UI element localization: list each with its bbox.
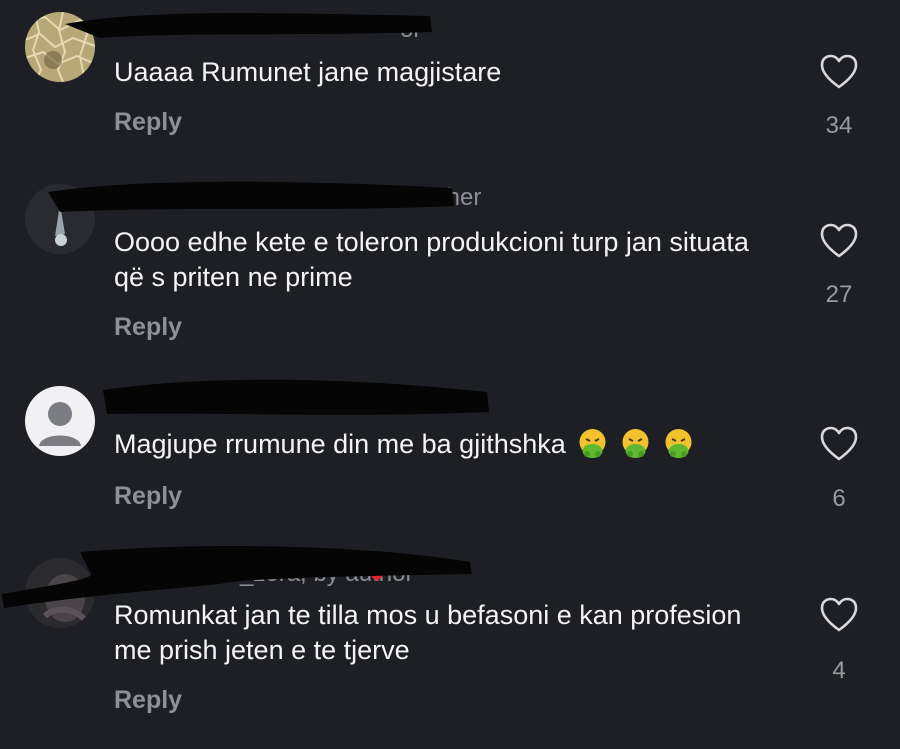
like-button[interactable] <box>820 223 858 259</box>
reply-button[interactable]: Reply <box>114 108 182 137</box>
avatar[interactable] <box>25 184 95 254</box>
comment-item: ther Oooo edhe kete e toleron produkcion… <box>0 170 900 350</box>
avatar[interactable] <box>25 386 95 456</box>
like-button[interactable] <box>820 426 858 462</box>
heart-outline-icon <box>820 597 858 632</box>
heart-badge-icon <box>369 567 385 581</box>
like-count: 34 <box>825 112 853 139</box>
heart-outline-icon <box>820 54 858 89</box>
redaction-scribble <box>48 181 454 212</box>
redaction-scribble <box>103 379 489 415</box>
reply-button[interactable]: Reply <box>114 482 182 511</box>
nauseated-face-emoji-icon <box>619 427 652 460</box>
reply-button[interactable]: Reply <box>114 686 182 715</box>
comment-text-content: Magjupe rrumune din me ba gjithshka <box>114 429 566 459</box>
redaction-scribble <box>65 13 432 39</box>
comment-text: Magjupe rrumune din me ba gjithshka <box>114 427 774 462</box>
comment-item: _zora, by author Romunkat jan te tilla m… <box>0 530 900 749</box>
avatar[interactable] <box>25 558 95 628</box>
comment-meta: ther <box>440 184 482 211</box>
like-button[interactable] <box>820 54 858 90</box>
nauseated-face-emoji-icon <box>662 427 695 460</box>
like-count: 4 <box>832 657 846 684</box>
comment-text: Oooo edhe kete e toleron produkcioni tur… <box>114 227 749 292</box>
comment-item: or Uaaaa Rumunet jane magjistare Reply 3… <box>0 0 900 170</box>
comment-item: Magjupe rrumune din me ba gjithshka Repl… <box>0 350 900 530</box>
like-count: 27 <box>825 281 853 308</box>
comment-text: Uaaaa Rumunet jane magjistare <box>114 57 502 87</box>
like-button[interactable] <box>820 597 858 633</box>
comment-meta: or <box>400 16 422 43</box>
reply-button[interactable]: Reply <box>114 313 182 342</box>
heart-outline-icon <box>820 426 858 461</box>
avatar[interactable] <box>25 12 95 82</box>
like-count: 6 <box>832 485 846 512</box>
comment-text: Romunkat jan te tilla mos u befasoni e k… <box>114 600 742 665</box>
default-person-icon <box>25 386 95 456</box>
heart-outline-icon <box>820 223 858 258</box>
comment-meta: _zora, by author <box>240 560 414 587</box>
nauseated-face-emoji-icon <box>576 427 609 460</box>
